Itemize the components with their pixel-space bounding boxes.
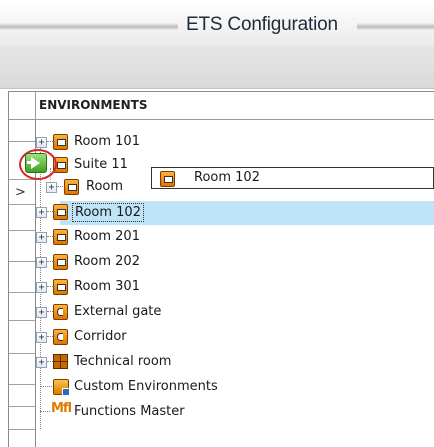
tree-node-label: Room 202: [74, 254, 140, 269]
header-gutter-cell: [9, 92, 36, 119]
gutter-line: [9, 204, 35, 205]
tree-node-custom-environments[interactable]: Custom Environments: [36, 376, 434, 400]
room-icon: [64, 179, 79, 195]
room-icon: [160, 171, 175, 187]
tree-connector: [57, 186, 63, 188]
gutter-line: [9, 230, 35, 231]
tree-node-room-102-icons[interactable]: +: [36, 201, 68, 225]
expand-icon[interactable]: +: [36, 232, 47, 243]
expand-icon[interactable]: +: [36, 207, 47, 218]
tree-node-room-101[interactable]: + Room 101: [36, 131, 434, 155]
room-icon: [53, 229, 68, 245]
title-rule-right: [357, 23, 434, 30]
current-row-marker: >: [15, 185, 26, 200]
drag-preview-label: Room 102: [194, 170, 260, 185]
tree-node-label: Room 101: [74, 134, 140, 149]
gutter-line: [9, 406, 35, 407]
room-icon: [53, 279, 68, 295]
gutter-line: [9, 261, 35, 262]
expand-icon[interactable]: +: [36, 357, 47, 368]
tree-node-label: Room 201: [74, 229, 140, 244]
expand-icon[interactable]: +: [36, 307, 47, 318]
room-icon: [53, 134, 68, 150]
gutter-line: [9, 292, 35, 293]
expand-icon[interactable]: +: [36, 332, 47, 343]
gutter-line: [9, 353, 35, 354]
environments-grid: ENVIRONMENTS > + Room 101 Suite 11 + Roo…: [8, 91, 434, 447]
window-title: ETS Configuration: [186, 14, 338, 35]
tree-node-room-102-selected[interactable]: Room 102: [60, 201, 434, 225]
tree-node-label: Technical room: [74, 354, 172, 369]
title-rule-left: [0, 23, 178, 30]
drag-preview: Room 102: [151, 167, 434, 189]
tree-node-label: Custom Environments: [74, 379, 218, 394]
tree-node-label: Suite 11: [74, 157, 128, 172]
tree-node-label: Corridor: [74, 329, 127, 344]
tree-node-room-301[interactable]: + Room 301: [36, 276, 434, 300]
tree-node-label: External gate: [74, 304, 162, 319]
tree-node-label: Room 102: [72, 203, 144, 222]
expand-icon[interactable]: +: [36, 257, 47, 268]
grid-header-row: ENVIRONMENTS: [9, 92, 434, 120]
expand-icon[interactable]: +: [46, 182, 57, 193]
tree-node-room-202[interactable]: + Room 202: [36, 251, 434, 275]
tree-node-functions-master[interactable]: Mfl Functions Master: [36, 401, 434, 425]
technical-room-icon: [53, 354, 68, 369]
title-bar: ETS Configuration: [0, 0, 434, 46]
toolbar: [0, 46, 434, 89]
room-icon: [53, 254, 68, 270]
gate-icon: [53, 304, 68, 320]
gutter-line: [9, 384, 35, 385]
gutter-line: [9, 141, 35, 142]
tree-node-room-201[interactable]: + Room 201: [36, 226, 434, 250]
expand-icon[interactable]: +: [36, 137, 47, 148]
gutter-line: [9, 429, 35, 430]
tree-connector: [40, 411, 50, 413]
custom-environments-icon: [53, 379, 70, 396]
drop-arrow-icon: [25, 153, 47, 173]
tree-node-corridor[interactable]: + Corridor: [36, 326, 434, 350]
gutter-line: [9, 320, 35, 321]
tree-node-external-gate[interactable]: + External gate: [36, 301, 434, 325]
functions-master-icon: Mfl: [51, 401, 72, 416]
tree-node-technical-room[interactable]: + Technical room: [36, 351, 434, 375]
gate-icon: [53, 329, 68, 345]
environments-column-header[interactable]: ENVIRONMENTS: [39, 98, 148, 112]
tree-node-label: Room 101: [86, 179, 126, 194]
tree-connector: [40, 386, 52, 388]
expand-icon[interactable]: +: [36, 282, 47, 293]
tree-node-label: Room 301: [74, 279, 140, 294]
tree-node-label: Functions Master: [74, 404, 185, 419]
room-icon: [53, 204, 68, 220]
